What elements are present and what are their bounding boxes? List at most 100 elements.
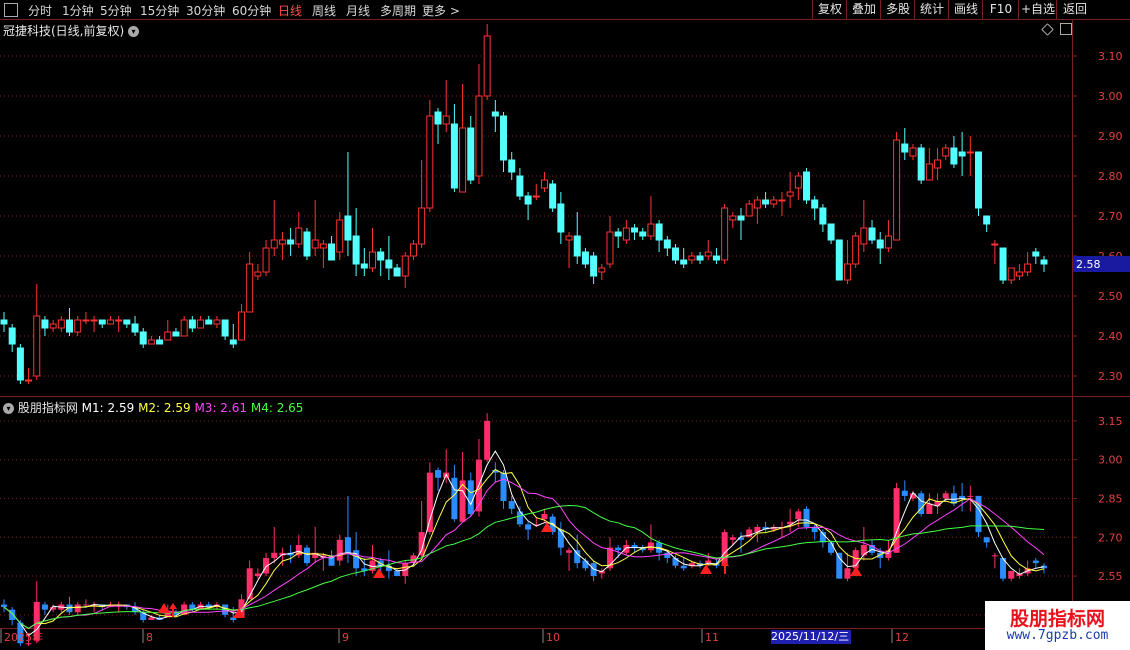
candle-body [1040,259,1048,265]
ind-candle-body [901,490,908,496]
candle-body [147,339,155,345]
candle-body [164,331,172,341]
ind-candle-body [271,552,278,558]
ind-candle-body [942,493,949,499]
candle-body [49,323,57,329]
candle-body [409,243,417,257]
candle-body [778,199,786,202]
candle-body [41,319,49,329]
ind-candle-body [729,537,736,540]
candle-body [745,203,753,217]
candle-body [631,227,639,233]
ind-candle-body [795,511,802,520]
ind-candle-body [484,420,491,460]
ind-candle-body [41,604,48,610]
candle-body [786,191,794,197]
buy-signal-triangle [850,566,862,576]
candle-body [172,331,180,337]
candle-body [925,163,933,181]
candle-body [532,195,540,198]
candle-body [377,251,385,261]
candle-body [590,255,598,277]
candle-body [647,223,655,237]
ind-candle-body [844,568,851,579]
candle-body [557,203,565,233]
candle-body [991,243,999,246]
candle-body [598,267,606,273]
price-chart[interactable]: 3.103.002.902.802.702.602.502.402.302.58… [0,0,1130,650]
candle-body [328,243,336,261]
candle-body [319,243,327,249]
ind-candle-body [893,488,900,553]
ind-candle-body [508,501,515,509]
ind-candle-body [82,604,89,606]
y-tick-label: 2.70 [1098,531,1123,544]
candle-body [278,239,286,245]
candle-body [0,319,8,325]
candle-body [999,247,1007,281]
ind-candle-body [541,514,548,520]
candle-body [352,235,360,265]
candle-body [393,267,401,277]
candle-body [82,319,90,322]
candle-body [671,247,679,261]
candle-body [540,179,548,189]
ind-candle-body [803,508,810,527]
ind-candle-body [426,472,433,533]
candle-body [508,159,516,173]
candle-body [311,239,319,249]
x-tick-label: 10 [546,631,560,644]
ind-candle-body [344,537,351,553]
candle-body [958,151,966,157]
candle-body [966,151,974,154]
candle-body [295,227,303,245]
candle-body [115,319,123,322]
watermark-url: www.7gpzb.com [1006,628,1109,643]
candle-body [983,215,991,225]
ind-candle-body [500,472,507,502]
ind-candle-body [975,495,982,533]
ind-candle-body [983,537,990,543]
candle-body [942,147,950,157]
ind-candle-body [336,539,343,561]
ind-candle-body [680,565,687,569]
candle-body [524,195,532,205]
candle-body [57,319,65,329]
candle-body [98,319,106,325]
candle-body [753,199,761,209]
candle-body [803,171,811,201]
candle-body [213,319,221,325]
candle-body [680,259,688,265]
y-tick-label: 2.85 [1098,492,1123,505]
candle-body [565,235,573,241]
candle-body [270,239,278,249]
y-tick-label: 2.30 [1098,370,1123,383]
candle-body [827,223,835,241]
cursor-date: 2025/11/12/三 [771,630,851,644]
candle-body [131,323,139,333]
ind-candle-body [557,529,564,548]
ind-candle-body [451,477,458,520]
candle-body [254,271,262,277]
candle-body [426,115,434,209]
ind-candle-body [246,568,253,600]
y-tick-label: 3.10 [1098,50,1123,63]
candle-body [475,95,483,177]
ind-candle-body [991,555,998,557]
candle-body [106,319,114,325]
candle-body [860,227,868,245]
ind-candle-body [1008,570,1015,579]
y-tick-label: 2.50 [1098,290,1123,303]
ind-candle-body [582,560,589,569]
candle-body [262,247,270,273]
candle-body [369,251,377,269]
candle-body [336,219,344,253]
candle-body [197,319,205,329]
candle-body [614,231,622,237]
candle-body [639,231,647,237]
candle-body [622,227,630,241]
ind-candle-body [566,550,573,553]
ind-candle-body [967,495,974,497]
x-tick-label: 11 [705,631,719,644]
candle-body [721,207,729,261]
